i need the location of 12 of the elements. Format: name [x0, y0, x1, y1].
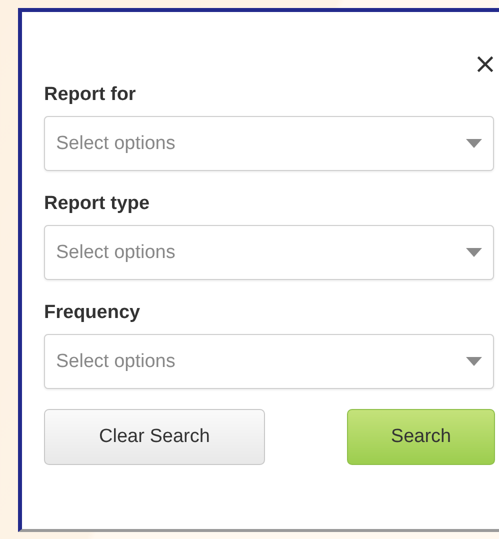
- select-dropdown[interactable]: Select options: [44, 116, 494, 171]
- clear-search-button[interactable]: Clear Search: [44, 409, 265, 465]
- caret-icon: [466, 248, 482, 257]
- select-dropdown[interactable]: Select options: [44, 334, 494, 389]
- select-dropdown[interactable]: Select options: [44, 225, 494, 280]
- field-label: Report for: [44, 84, 137, 106]
- caret-icon: [466, 139, 482, 148]
- search-button[interactable]: Search: [347, 409, 495, 465]
- field-label: Report type: [44, 193, 151, 215]
- field-label: Frequency: [44, 302, 142, 324]
- close-button[interactable]: ×: [474, 50, 497, 78]
- caret-icon: [466, 357, 482, 366]
